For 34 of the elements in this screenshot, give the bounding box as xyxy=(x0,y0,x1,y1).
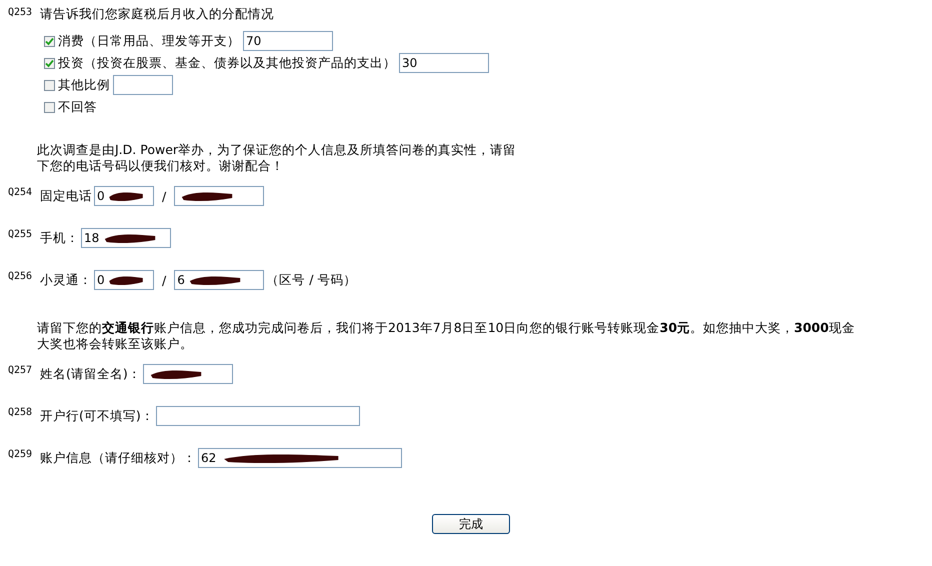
option-label: 其他比例 xyxy=(58,76,110,94)
question-text: 请告诉我们您家庭税后月收入的分配情况 xyxy=(40,6,275,22)
option-label: 投资（投资在股票、基金、债券以及其他投资产品的支出） xyxy=(58,54,396,72)
question-number: Q256 xyxy=(7,270,34,282)
field-label: （区号 / 号码） xyxy=(266,272,356,288)
question-number: Q259 xyxy=(7,448,34,460)
field-label: 手机： xyxy=(40,230,79,246)
submit-button[interactable]: 完成 xyxy=(432,514,510,534)
instruction-text: 此次调查是由J.D. Power举办，为了保证您的个人信息及所填答问卷的真实性，请留 xyxy=(37,142,518,158)
field-label: / xyxy=(162,272,166,288)
question-number: Q254 xyxy=(7,186,34,198)
field-label: 姓名(请留全名)： xyxy=(40,366,141,382)
input-field[interactable] xyxy=(156,406,360,426)
option-label: 消费（日常用品、理发等开支） xyxy=(58,32,240,50)
input-field[interactable]: 70 xyxy=(243,31,333,51)
field-label: 账户信息（请仔细核对）： xyxy=(40,450,196,466)
checkbox[interactable] xyxy=(44,36,55,46)
checkbox[interactable] xyxy=(44,102,55,112)
question-number: Q258 xyxy=(7,406,34,418)
input-field[interactable]: 30 xyxy=(399,53,489,73)
field-label: / xyxy=(162,188,166,204)
instruction-text: 下您的电话号码以便我们核对。谢谢配合！ xyxy=(37,158,285,174)
field-label: 小灵通： xyxy=(40,272,92,288)
checkbox[interactable] xyxy=(44,58,55,68)
input-field[interactable] xyxy=(113,75,173,95)
question-number: Q257 xyxy=(7,364,34,376)
question-number: Q255 xyxy=(7,228,34,240)
field-label: 固定电话 xyxy=(40,188,92,204)
field-label: 开户行(可不填写)： xyxy=(40,408,154,424)
question-number: Q253 xyxy=(7,6,34,18)
instruction-text: 大奖也将会转账至该账户。 xyxy=(37,336,194,352)
option-label: 不回答 xyxy=(58,98,97,116)
instruction-text: 请留下您的交通银行账户信息，您成功完成问卷后，我们将于2013年7月8日至10日向您的银行账号转账现金30元。如您抽中大奖，3000现金 xyxy=(37,320,856,336)
checkbox[interactable] xyxy=(44,80,55,90)
